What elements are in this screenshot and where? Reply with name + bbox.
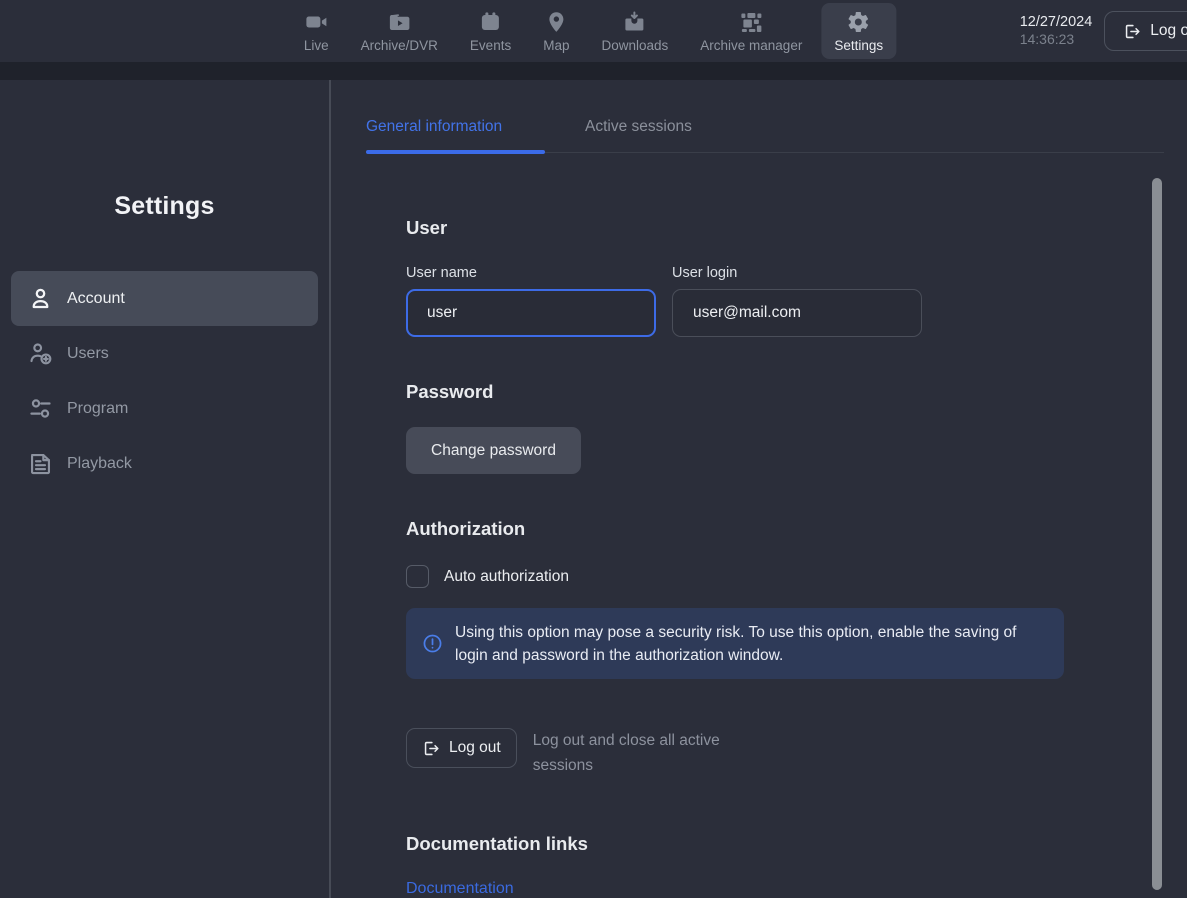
security-warning-box: Using this option may pose a security ri… <box>406 608 1064 679</box>
nav-item-events[interactable]: Events <box>457 3 524 59</box>
topbar-divider <box>0 62 1187 80</box>
nav-label-downloads: Downloads <box>601 38 668 53</box>
current-time: 14:36:23 <box>1020 31 1093 49</box>
sidebar-item-account[interactable]: Account <box>11 271 318 326</box>
sidebar-item-users[interactable]: Users <box>11 326 318 381</box>
logout-button-main-label: Log out <box>449 739 501 757</box>
nav-label-live: Live <box>304 38 329 53</box>
nav-label-map: Map <box>543 38 569 53</box>
sidebar-label-users: Users <box>67 345 109 363</box>
auto-authorization-label: Auto authorization <box>444 568 569 586</box>
sidebar-item-program[interactable]: Program <box>11 381 318 436</box>
tab-general-information[interactable]: General information <box>366 118 545 152</box>
top-bar: Live Archive/DVR Events Map Downloads Ar <box>0 0 1187 62</box>
docs-section-heading: Documentation links <box>406 833 1064 855</box>
datetime-display: 12/27/2024 14:36:23 <box>1020 13 1093 49</box>
sidebar-title: Settings <box>0 192 329 221</box>
nav-label-events: Events <box>470 38 511 53</box>
nav-item-map[interactable]: Map <box>530 3 582 59</box>
top-navigation: Live Archive/DVR Events Map Downloads Ar <box>291 0 896 62</box>
tab-bar: General information Active sessions <box>366 118 1164 153</box>
blocks-grid-icon <box>739 10 763 34</box>
change-password-button[interactable]: Change password <box>406 427 581 474</box>
settings-form: User User name User login Password Chang… <box>406 217 1064 898</box>
app-window: Live Archive/DVR Events Map Downloads Ar <box>0 0 1187 898</box>
tab-active-sessions[interactable]: Active sessions <box>585 118 692 152</box>
nav-item-live[interactable]: Live <box>291 3 342 59</box>
nav-item-archive-manager[interactable]: Archive manager <box>687 3 815 59</box>
account-settings-panel: General information Active sessions User… <box>331 80 1187 898</box>
document-icon <box>27 450 54 477</box>
person-add-icon <box>27 340 54 367</box>
nav-item-downloads[interactable]: Downloads <box>588 3 681 59</box>
auto-authorization-row: Auto authorization <box>406 565 1064 588</box>
nav-label-archive-dvr: Archive/DVR <box>361 38 438 53</box>
logout-button-main[interactable]: Log out <box>406 728 517 768</box>
download-tray-icon <box>623 10 647 34</box>
user-section-heading: User <box>406 217 1064 239</box>
auto-authorization-checkbox[interactable] <box>406 565 429 588</box>
vertical-scrollbar-thumb[interactable] <box>1152 178 1162 890</box>
login-label: User login <box>672 265 938 281</box>
sliders-icon <box>27 395 54 422</box>
info-icon <box>422 633 443 654</box>
sidebar-label-account: Account <box>67 290 125 308</box>
logout-button-top-label: Log out <box>1150 22 1187 40</box>
logout-row: Log out Log out and close all active ses… <box>406 728 1064 778</box>
login-input[interactable] <box>672 289 922 337</box>
sidebar-label-program: Program <box>67 400 128 418</box>
logout-button-top[interactable]: Log out <box>1104 11 1187 51</box>
exit-icon <box>1123 22 1142 41</box>
topbar-right-group: 12/27/2024 14:36:23 Log out <box>1020 0 1187 62</box>
nav-label-archive-manager: Archive manager <box>700 38 802 53</box>
settings-sidebar: Settings Account Users Program Playback <box>0 80 331 898</box>
exit-icon <box>422 739 441 758</box>
current-date: 12/27/2024 <box>1020 13 1093 31</box>
location-pin-icon <box>544 10 568 34</box>
user-field-labels: User name User login <box>406 265 1064 281</box>
video-camera-icon <box>304 10 328 34</box>
security-warning-text: Using this option may pose a security ri… <box>455 621 1048 667</box>
sidebar-list: Account Users Program Playback <box>0 271 329 491</box>
person-icon <box>27 285 54 312</box>
sidebar-label-playback: Playback <box>67 455 132 473</box>
logout-description: Log out and close all active sessions <box>533 728 763 778</box>
nav-item-settings[interactable]: Settings <box>821 3 896 59</box>
username-input[interactable] <box>406 289 656 337</box>
gear-icon <box>847 10 871 34</box>
authorization-section-heading: Authorization <box>406 518 1064 540</box>
password-section-heading: Password <box>406 381 1064 403</box>
documentation-link[interactable]: Documentation <box>406 880 514 898</box>
archive-folder-icon <box>387 10 411 34</box>
sidebar-item-playback[interactable]: Playback <box>11 436 318 491</box>
nav-item-archive-dvr[interactable]: Archive/DVR <box>348 3 451 59</box>
user-fields-row <box>406 289 1064 337</box>
username-label: User name <box>406 265 672 281</box>
nav-label-settings: Settings <box>834 38 883 53</box>
calendar-icon <box>479 10 503 34</box>
